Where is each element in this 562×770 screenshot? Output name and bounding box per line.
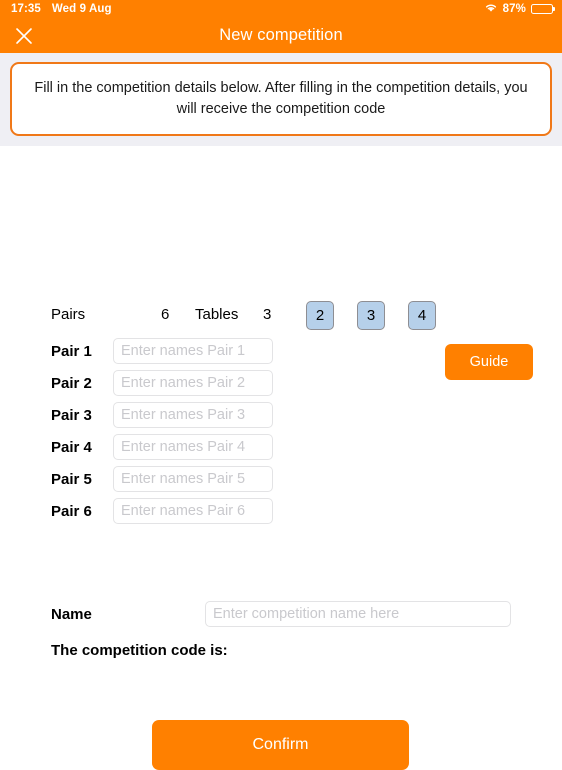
banner-panel: Fill in the competition details below. A… — [0, 53, 562, 147]
wifi-icon — [484, 2, 498, 16]
pair-row: Pair 2 — [51, 367, 273, 399]
pair-row: Pair 4 — [51, 431, 273, 463]
pair-input-3[interactable] — [113, 402, 273, 429]
page-title: New competition — [219, 26, 343, 44]
tables-count-value[interactable]: 3 — [263, 306, 271, 323]
status-date: Wed 9 Aug — [51, 3, 112, 15]
pair-input-2[interactable] — [113, 370, 273, 397]
pair-label-6: Pair 6 — [51, 502, 92, 520]
competition-name-row: Name — [51, 601, 511, 628]
competition-name-label: Name — [51, 605, 92, 623]
table-size-button-4[interactable]: 4 — [408, 301, 436, 331]
pair-label-4: Pair 4 — [51, 438, 92, 456]
competition-code-label: The competition code is: — [51, 642, 228, 660]
pairs-list: Pair 1 Pair 2 Pair 3 Pair 4 Pair 5 Pair … — [51, 335, 273, 527]
tables-count-label: Tables — [195, 306, 239, 324]
pairs-count-label: Pairs — [51, 306, 86, 324]
status-bar: 17:35 Wed 9 Aug 87% — [0, 0, 562, 18]
pair-input-1[interactable] — [113, 338, 273, 365]
table-size-button-3[interactable]: 3 — [357, 301, 385, 331]
table-size-button-group: 2 3 4 — [306, 301, 436, 331]
main-content: Pairs 6 Tables 3 2 3 4 Pair 1 Pair 2 Pai… — [0, 146, 562, 770]
pair-row: Pair 3 — [51, 399, 273, 431]
pair-input-5[interactable] — [113, 466, 273, 493]
pair-label-3: Pair 3 — [51, 406, 92, 424]
pair-row: Pair 1 — [51, 335, 273, 367]
battery-percentage: 87% — [502, 3, 526, 15]
pair-input-6[interactable] — [113, 498, 273, 525]
navigation-bar: New competition — [0, 18, 562, 53]
status-bar-right: 87% — [484, 2, 553, 16]
guide-button[interactable]: Guide — [445, 344, 533, 381]
pairs-count-value[interactable]: 6 — [161, 306, 169, 323]
pair-row: Pair 5 — [51, 463, 273, 495]
pair-input-4[interactable] — [113, 434, 273, 461]
confirm-button[interactable]: Confirm — [152, 720, 409, 770]
battery-icon — [531, 4, 553, 14]
status-bar-left: 17:35 Wed 9 Aug — [11, 3, 112, 15]
status-time: 17:35 — [11, 3, 41, 15]
table-size-button-2[interactable]: 2 — [306, 301, 334, 331]
pair-row: Pair 6 — [51, 495, 273, 527]
pair-label-1: Pair 1 — [51, 342, 92, 360]
competition-name-input[interactable] — [205, 601, 511, 628]
pair-label-5: Pair 5 — [51, 470, 92, 488]
pair-label-2: Pair 2 — [51, 374, 92, 392]
instructions-banner: Fill in the competition details below. A… — [10, 62, 552, 137]
close-icon[interactable] — [14, 26, 34, 46]
